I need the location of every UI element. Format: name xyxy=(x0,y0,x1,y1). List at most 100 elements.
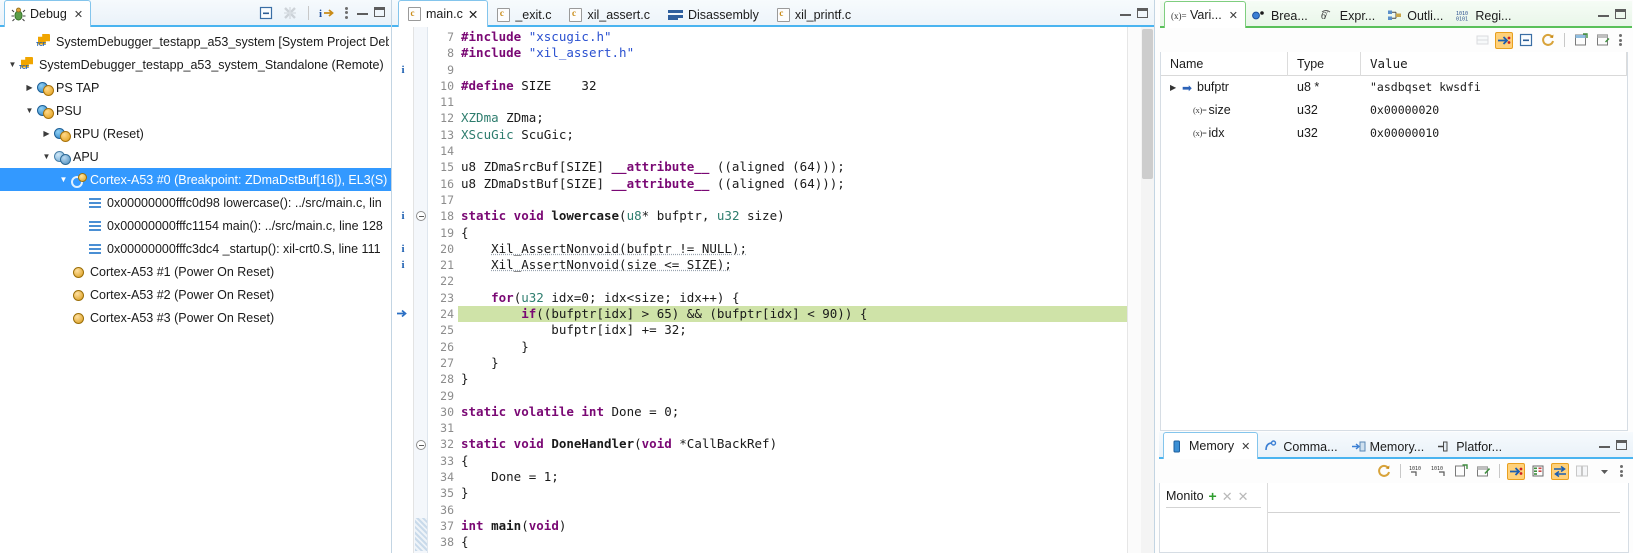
variables-tab-expr[interactable]: 6̸Expr... xyxy=(1315,3,1382,28)
info-marker-icon[interactable]: i xyxy=(397,241,409,257)
code-line[interactable]: } xyxy=(458,339,1127,355)
editor-minimize-icon[interactable] xyxy=(1120,7,1131,21)
link-memory-rendering-icon[interactable] xyxy=(1507,463,1525,480)
code-line[interactable]: #define SIZE 32 xyxy=(458,78,1127,94)
code-line[interactable]: u8 ZDmaSrcBuf[SIZE] __attribute__ ((alig… xyxy=(458,159,1127,175)
code-line[interactable]: for(u32 idx=0; idx<size; idx++) { xyxy=(458,290,1127,306)
debug-tree-row[interactable]: Cortex-A53 #2 (Power On Reset) xyxy=(0,283,391,306)
code-line[interactable]: } xyxy=(458,485,1127,501)
variables-view-menu-icon[interactable] xyxy=(1616,34,1625,46)
code-line[interactable]: { xyxy=(458,225,1127,241)
variables-row[interactable]: (x)=sizeu320x00000020 xyxy=(1161,99,1627,122)
code-line[interactable] xyxy=(458,420,1127,436)
variables-minimize-icon[interactable] xyxy=(1598,8,1609,22)
view-menu-icon[interactable] xyxy=(342,7,351,19)
code-line[interactable] xyxy=(458,143,1127,159)
code-line[interactable] xyxy=(458,273,1127,289)
code-line-current-execution[interactable]: if((bufptr[idx] > 65) && (bufptr[idx] < … xyxy=(458,306,1127,322)
editor-tab-xil-assert-c[interactable]: xil_assert.c xyxy=(560,2,659,27)
maximize-icon[interactable] xyxy=(374,6,385,20)
debug-tree-row-selected[interactable]: ▼Cortex-A53 #0 (Breakpoint: ZDmaDstBuf[1… xyxy=(0,168,391,191)
tree-expand-arrow-icon[interactable]: ▼ xyxy=(23,99,36,122)
memory-tab-platfor[interactable]: Platfor... xyxy=(1431,434,1509,459)
add-memory-monitor-icon[interactable]: + xyxy=(1209,489,1217,503)
editor-tab-main-c[interactable]: main.c✕ xyxy=(398,0,488,27)
export-memory-icon[interactable] xyxy=(1474,463,1492,480)
memory-view-menu-icon[interactable] xyxy=(1617,465,1626,477)
debug-tree-row[interactable]: ▼SystemDebugger_testapp_a53_system_Stand… xyxy=(0,53,391,76)
memory-maximize-icon[interactable] xyxy=(1616,439,1627,453)
editor-tab--exit-c[interactable]: _exit.c xyxy=(488,2,560,27)
new-memory-monitor-icon[interactable] xyxy=(1452,463,1470,480)
tab-debug-close-icon[interactable]: ✕ xyxy=(74,8,83,21)
editor-vertical-scrollbar[interactable] xyxy=(1141,27,1154,553)
code-line[interactable]: int main(void) xyxy=(458,518,1127,534)
remove-all-memory-monitors-icon[interactable]: ✕ xyxy=(1238,490,1249,503)
code-line[interactable]: } xyxy=(458,371,1127,387)
memory-tab-comma[interactable]: Comma... xyxy=(1258,434,1344,459)
debug-tree-row[interactable]: ▶PS TAP xyxy=(0,76,391,99)
tree-collapse-arrow-icon[interactable]: ▶ xyxy=(1170,76,1182,99)
code-line[interactable]: Done = 1; xyxy=(458,469,1127,485)
collapse-all-variables-icon[interactable] xyxy=(1517,32,1535,49)
minimize-icon[interactable] xyxy=(357,6,368,20)
toggle-split-pane-icon[interactable] xyxy=(1551,463,1569,480)
debug-tree-row[interactable]: 0x00000000fffc3dc4 _startup(): xil-crt0.… xyxy=(0,237,391,260)
layout-pane-icon[interactable] xyxy=(1594,32,1612,49)
code-line[interactable]: #include "xscugic.h" xyxy=(458,29,1127,45)
editor-folding-ruler[interactable] xyxy=(414,27,428,553)
code-line[interactable]: { xyxy=(458,453,1127,469)
editor-annotation-ruler[interactable]: iiii xyxy=(392,27,414,553)
memory-dropdown-icon[interactable] xyxy=(1595,463,1613,480)
code-line[interactable]: { xyxy=(458,534,1127,550)
show-type-names-icon[interactable] xyxy=(1495,32,1513,49)
next-memory-rendering-icon[interactable]: 1010 xyxy=(1408,463,1426,480)
debug-tree-row[interactable]: SystemDebugger_testapp_a53_system [Syste… xyxy=(0,30,391,53)
code-line[interactable]: } xyxy=(458,355,1127,371)
variables-column-header[interactable]: Name xyxy=(1161,52,1288,76)
prev-memory-rendering-icon[interactable]: 1010 xyxy=(1430,463,1448,480)
editor-tab-disassembly[interactable]: Disassembly xyxy=(659,2,768,27)
code-line[interactable]: static void DoneHandler(void *CallBackRe… xyxy=(458,436,1127,452)
memory-table-icon[interactable] xyxy=(1529,463,1547,480)
remove-memory-monitor-icon[interactable]: ✕ xyxy=(1222,490,1233,503)
variables-row-value[interactable]: 0x00000020 xyxy=(1361,99,1627,122)
tree-expand-arrow-icon[interactable]: ▼ xyxy=(57,168,70,191)
editor-scroll-thumb[interactable] xyxy=(1142,29,1153,179)
debug-tree-row[interactable]: 0x00000000fffc1154 main(): ../src/main.c… xyxy=(0,214,391,237)
editor-maximize-icon[interactable] xyxy=(1137,7,1148,21)
tree-expand-arrow-icon[interactable]: ▼ xyxy=(40,145,53,168)
variables-table-body[interactable]: ▶➡bufptru8 *"asdbqset kwsdfi(x)=sizeu320… xyxy=(1161,76,1627,145)
variables-row-value[interactable]: 0x00000010 xyxy=(1361,122,1627,145)
debug-tree-row[interactable]: Cortex-A53 #1 (Power On Reset) xyxy=(0,260,391,283)
info-marker-icon[interactable]: i xyxy=(397,62,409,78)
tree-collapse-arrow-icon[interactable]: ▶ xyxy=(23,76,36,99)
code-line[interactable] xyxy=(458,388,1127,404)
code-line[interactable]: static void lowercase(u8* bufptr, u32 si… xyxy=(458,208,1127,224)
editor-tab-close-icon[interactable]: ✕ xyxy=(468,7,478,22)
variables-table[interactable]: NameTypeValue ▶➡bufptru8 *"asdbqset kwsd… xyxy=(1160,52,1628,431)
variables-tab-outli[interactable]: Outli... xyxy=(1382,3,1450,28)
code-line[interactable]: Xil_AssertNonvoid(bufptr != NULL); xyxy=(458,241,1127,257)
tab-debug[interactable]: Debug ✕ xyxy=(4,0,91,27)
code-fold-collapse-icon[interactable] xyxy=(416,211,426,221)
variables-column-header[interactable]: Type xyxy=(1288,52,1361,76)
memory-tab-memory[interactable]: Memory... xyxy=(1345,434,1432,459)
variables-tab-vari[interactable]: (x)=Vari...✕ xyxy=(1164,1,1246,28)
debug-launch-tree[interactable]: SystemDebugger_testapp_a53_system [Syste… xyxy=(0,27,391,553)
memory-renderings-pane[interactable] xyxy=(1268,483,1628,552)
variables-row[interactable]: ▶➡bufptru8 *"asdbqset kwsdfi xyxy=(1161,76,1627,99)
info-icon[interactable]: i xyxy=(318,4,336,21)
memory-tab-memory[interactable]: Memory✕ xyxy=(1163,432,1258,459)
code-line[interactable] xyxy=(458,192,1127,208)
info-marker-icon[interactable]: i xyxy=(397,208,409,224)
debug-tree-row[interactable]: 0x00000000fffc0d98 lowercase(): ../src/m… xyxy=(0,191,391,214)
editor-tab-xil-printf-c[interactable]: xil_printf.c xyxy=(768,2,860,27)
tree-collapse-arrow-icon[interactable]: ▶ xyxy=(40,122,53,145)
variables-tab-close-icon[interactable]: ✕ xyxy=(1229,9,1238,22)
variables-maximize-icon[interactable] xyxy=(1615,8,1626,22)
memory-minimize-icon[interactable] xyxy=(1599,439,1610,453)
refresh-memory-icon[interactable] xyxy=(1375,463,1393,480)
refresh-variables-icon[interactable] xyxy=(1539,32,1557,49)
tree-expand-arrow-icon[interactable]: ▼ xyxy=(6,53,19,76)
